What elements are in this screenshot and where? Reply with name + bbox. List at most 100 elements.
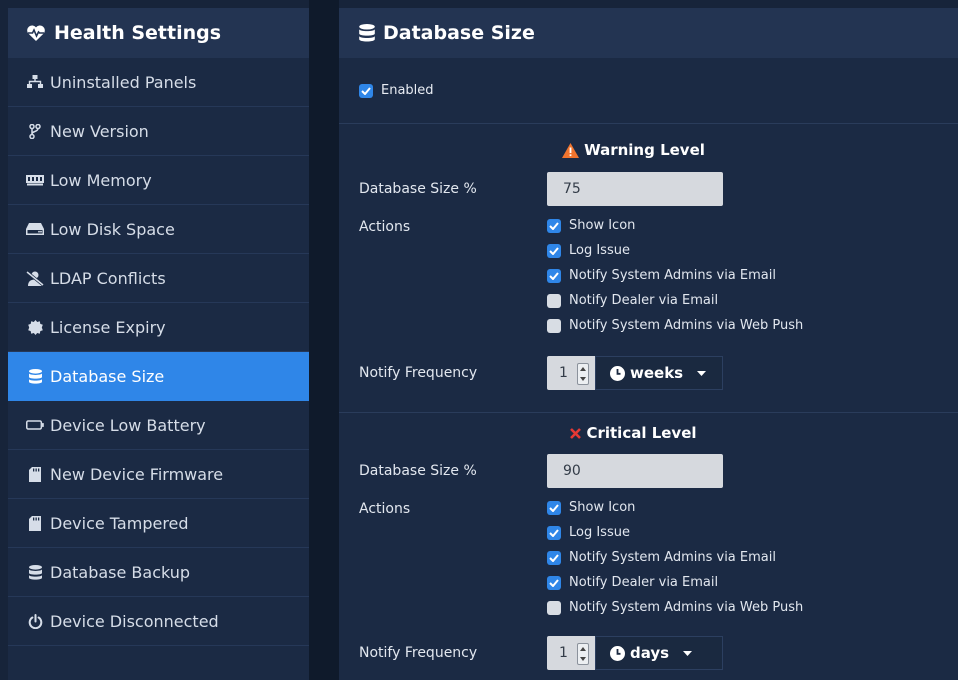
sidebar-item-label: Low Memory — [50, 170, 152, 190]
panel-title: Database Size — [383, 22, 535, 44]
warning-action-notify-admins-web-push[interactable]: Notify System Admins via Web Push — [547, 313, 803, 338]
sidebar-item-ldap-conflicts[interactable]: LDAP Conflicts — [8, 254, 309, 303]
critical-section: Critical Level Database Size % 90 Action… — [339, 424, 958, 670]
power-icon — [26, 613, 44, 629]
warning-action-notify-dealer-email[interactable]: Notify Dealer via Email — [547, 288, 803, 313]
panel-header: Database Size — [339, 8, 958, 58]
checkbox-checked[interactable] — [547, 575, 561, 590]
sidebar-item-device-tampered[interactable]: Device Tampered — [8, 499, 309, 548]
sidebar-item-license-expiry[interactable]: License Expiry — [8, 303, 309, 352]
hard-drive-icon — [26, 223, 44, 235]
sidebar-item-label: Low Disk Space — [50, 219, 175, 239]
warning-frequency-unit-dropdown[interactable]: weeks — [595, 356, 724, 390]
close-x-icon — [570, 427, 582, 439]
battery-empty-icon — [26, 420, 44, 430]
sidebar-item-low-disk-space[interactable]: Low Disk Space — [8, 205, 309, 254]
database-icon — [359, 24, 375, 42]
unit-label: weeks — [630, 364, 684, 382]
checkbox-unchecked[interactable] — [547, 293, 561, 308]
chevron-up-icon[interactable] — [580, 367, 586, 371]
warning-action-log-issue[interactable]: Log Issue — [547, 238, 803, 263]
enabled-checkbox[interactable] — [359, 83, 373, 98]
sidebar: Health Settings Uninstalled Panels New V… — [8, 8, 309, 680]
critical-title: Critical Level — [339, 424, 958, 442]
warning-size-label: Database Size % — [359, 181, 477, 197]
warning-frequency-label: Notify Frequency — [359, 365, 478, 381]
heart-pulse-icon — [26, 24, 46, 42]
critical-actions-row: Actions Show Icon Log Issue Notify Syste… — [339, 495, 958, 620]
critical-actions-label: Actions — [359, 501, 411, 517]
critical-action-notify-admins-email[interactable]: Notify System Admins via Email — [547, 545, 803, 570]
certificate-icon — [26, 319, 44, 335]
critical-frequency-unit-dropdown[interactable]: days — [595, 636, 723, 670]
sidebar-item-database-size[interactable]: Database Size — [8, 352, 309, 401]
critical-action-show-icon[interactable]: Show Icon — [547, 495, 803, 520]
sidebar-item-uninstalled-panels[interactable]: Uninstalled Panels — [8, 58, 309, 107]
chevron-down-icon[interactable] — [580, 657, 586, 661]
checkbox-checked[interactable] — [547, 268, 561, 283]
action-label: Notify Dealer via Email — [569, 575, 719, 590]
sidebar-item-label: Device Low Battery — [50, 415, 206, 435]
sidebar-item-label: Uninstalled Panels — [50, 72, 197, 92]
chevron-up-icon[interactable] — [580, 647, 586, 651]
critical-size-row: Database Size % 90 — [339, 454, 958, 488]
caret-down-icon — [683, 650, 693, 656]
chevron-down-icon[interactable] — [580, 377, 586, 381]
memory-icon — [26, 174, 44, 186]
stepper-value: 1 — [559, 645, 568, 661]
caret-down-icon — [697, 370, 707, 376]
sidebar-item-label: Device Disconnected — [50, 611, 219, 631]
sidebar-item-new-version[interactable]: New Version — [8, 107, 309, 156]
sidebar-item-new-device-firmware[interactable]: New Device Firmware — [8, 450, 309, 499]
checkbox-unchecked[interactable] — [547, 318, 561, 333]
stepper-arrows[interactable] — [577, 363, 589, 385]
critical-title-label: Critical Level — [586, 424, 697, 442]
action-label: Notify System Admins via Web Push — [569, 600, 804, 615]
section-divider — [339, 412, 958, 413]
action-label: Log Issue — [569, 525, 630, 540]
warning-size-input[interactable]: 75 — [547, 172, 723, 206]
warning-action-show-icon[interactable]: Show Icon — [547, 213, 803, 238]
stepper-value: 1 — [559, 365, 568, 381]
enabled-label: Enabled — [381, 83, 434, 98]
warning-frequency-control: 1 weeks — [547, 356, 724, 390]
critical-action-notify-admins-web-push[interactable]: Notify System Admins via Web Push — [547, 595, 803, 620]
clock-icon — [610, 645, 625, 661]
user-slash-icon — [26, 270, 44, 286]
sidebar-item-label: New Device Firmware — [50, 464, 224, 484]
checkbox-checked[interactable] — [547, 500, 561, 515]
action-label: Log Issue — [569, 243, 630, 258]
warning-action-notify-admins-email[interactable]: Notify System Admins via Email — [547, 263, 803, 288]
critical-action-log-issue[interactable]: Log Issue — [547, 520, 803, 545]
critical-frequency-label: Notify Frequency — [359, 645, 478, 661]
critical-size-input[interactable]: 90 — [547, 454, 723, 488]
sidebar-item-label: License Expiry — [50, 317, 166, 337]
critical-frequency-stepper[interactable]: 1 — [547, 636, 595, 670]
critical-actions-list: Show Icon Log Issue Notify System Admins… — [547, 495, 803, 620]
warning-frequency-row: Notify Frequency 1 weeks — [339, 356, 958, 390]
action-label: Notify Dealer via Email — [569, 293, 719, 308]
warning-frequency-stepper[interactable]: 1 — [547, 356, 595, 390]
checkbox-checked[interactable] — [547, 218, 561, 233]
sitemap-icon — [26, 75, 44, 89]
sidebar-item-database-backup[interactable]: Database Backup — [8, 548, 309, 597]
warning-title: Warning Level — [339, 141, 958, 159]
warning-actions-label: Actions — [359, 219, 411, 235]
warning-actions-row: Actions Show Icon Log Issue Notify Syste… — [339, 213, 958, 338]
warning-section: Warning Level Database Size % 75 Actions… — [339, 141, 958, 390]
sidebar-item-device-low-battery[interactable]: Device Low Battery — [8, 401, 309, 450]
sidebar-title: Health Settings — [54, 22, 222, 44]
database-icon — [26, 564, 44, 580]
database-icon — [26, 368, 44, 384]
critical-action-notify-dealer-email[interactable]: Notify Dealer via Email — [547, 570, 803, 595]
checkbox-checked[interactable] — [547, 550, 561, 565]
sidebar-item-low-memory[interactable]: Low Memory — [8, 156, 309, 205]
stepper-arrows[interactable] — [577, 643, 589, 665]
sidebar-header: Health Settings — [8, 8, 309, 58]
warning-title-label: Warning Level — [584, 141, 705, 159]
sidebar-item-label: Database Size — [50, 366, 165, 386]
checkbox-unchecked[interactable] — [547, 600, 561, 615]
checkbox-checked[interactable] — [547, 243, 561, 258]
checkbox-checked[interactable] — [547, 525, 561, 540]
sidebar-item-device-disconnected[interactable]: Device Disconnected — [8, 597, 309, 646]
